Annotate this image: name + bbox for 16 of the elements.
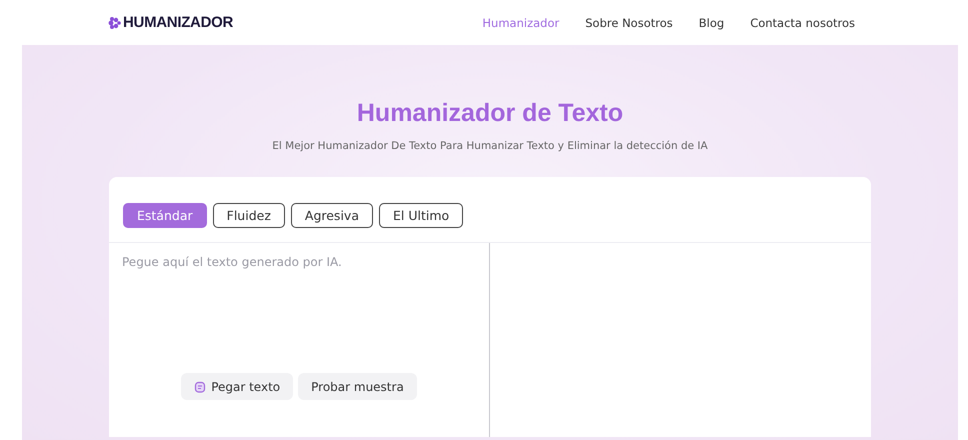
logo-text: HUMANIZADOR: [123, 14, 234, 31]
mode-tab[interactable]: Agresiva: [290, 203, 373, 228]
mode-tab[interactable]: Fluidez: [212, 203, 285, 228]
text-input-field[interactable]: Pegue aquí el texto generado por IA.: [109, 243, 489, 373]
paste-button[interactable]: Pegar texto: [181, 373, 294, 400]
nav-link[interactable]: Blog: [686, 16, 738, 30]
page-subtitle: El Mejor Humanizador De Texto Para Humanizar Texto y Eliminar la detección de IA: [271, 140, 709, 152]
page-title: Humanizador de Texto: [356, 98, 624, 128]
nav-link[interactable]: Humanizador: [469, 16, 572, 30]
brain-icon: [108, 16, 121, 30]
clipboard-icon: [194, 380, 206, 392]
sample-button[interactable]: Probar muestra: [298, 373, 417, 400]
nav-link[interactable]: Contacta nosotros: [737, 16, 868, 30]
nav-link[interactable]: Sobre Nosotros: [572, 16, 686, 30]
mode-tab[interactable]: El Ultimo: [378, 203, 464, 228]
mode-tab[interactable]: Estándar: [123, 203, 207, 228]
